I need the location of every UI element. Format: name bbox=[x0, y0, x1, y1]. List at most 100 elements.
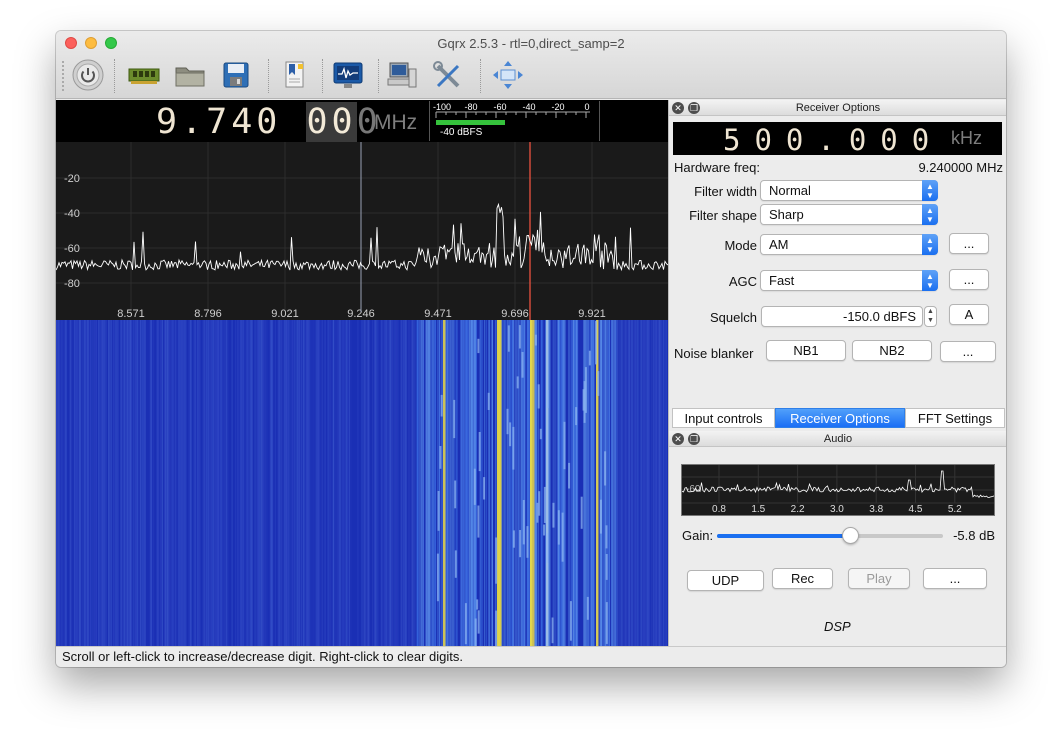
noise-blanker-options-button[interactable]: ... bbox=[940, 341, 996, 362]
dock-float-icon[interactable]: ❐ bbox=[688, 433, 700, 445]
frequency-digits-selected[interactable]: 00 bbox=[306, 102, 357, 142]
squelch-spinbox[interactable]: -150.0 dBFS bbox=[761, 306, 923, 327]
waterfall-line bbox=[445, 320, 448, 646]
squelch-stepper[interactable]: ▲ ▼ bbox=[924, 306, 937, 327]
waterfall-line bbox=[453, 320, 455, 646]
spectrum-plot[interactable]: -20 -40 -60 -80 8.571 8.796 9.021 9.246 9.471 9.6… bbox=[56, 142, 669, 320]
spectrum-trace-canvas[interactable]: -20-40-60-808.571 8.796 9.021 9.246 9.471 9.6… bbox=[56, 142, 669, 320]
open-button[interactable] bbox=[172, 57, 208, 93]
waterfall-line bbox=[545, 320, 546, 646]
nb2-button[interactable]: NB2 bbox=[852, 340, 932, 361]
meter-scale-label: 0 bbox=[584, 102, 589, 112]
frequency-digits[interactable]: 9.740 000 bbox=[156, 102, 382, 142]
waterfall-canvas[interactable] bbox=[56, 320, 668, 646]
waterfall-line bbox=[174, 320, 177, 646]
offset-unit: kHz bbox=[951, 128, 982, 148]
waterfall-line bbox=[255, 320, 258, 646]
tab-input-controls[interactable]: Input controls bbox=[672, 408, 775, 428]
waterfall-carrier bbox=[596, 320, 599, 646]
bookmarks-button[interactable] bbox=[276, 57, 312, 93]
waterfall-line bbox=[209, 320, 212, 646]
waterfall-line bbox=[660, 320, 663, 646]
record-button[interactable]: Rec bbox=[772, 568, 833, 589]
audio-dock-header: ✕ ❐ Audio bbox=[669, 431, 1006, 447]
gain-slider-handle[interactable] bbox=[842, 527, 860, 544]
spectrum-x-label: 9.021 bbox=[271, 308, 299, 320]
mode-select[interactable]: AM ▲ ▼ bbox=[760, 234, 938, 255]
power-button[interactable] bbox=[70, 57, 106, 93]
audio-options-button[interactable]: ... bbox=[923, 568, 987, 589]
gain-slider[interactable] bbox=[717, 527, 943, 544]
waterfall-line bbox=[169, 320, 171, 646]
dock-close-icon[interactable]: ✕ bbox=[672, 433, 684, 445]
filter-width-select[interactable]: Normal ▲ ▼ bbox=[760, 180, 938, 201]
frequency-unit: MHz bbox=[374, 111, 418, 134]
waterfall-line bbox=[623, 320, 626, 646]
waterfall-line bbox=[612, 320, 615, 646]
waterfall-line bbox=[400, 320, 402, 646]
waterfall-line bbox=[357, 320, 359, 646]
mode-value: AM bbox=[769, 237, 789, 252]
settings-tools-button[interactable] bbox=[430, 57, 466, 93]
waterfall-line bbox=[614, 320, 616, 646]
dsp-monitor-button[interactable] bbox=[330, 57, 366, 93]
udp-button[interactable]: UDP bbox=[687, 570, 764, 591]
meter-scale-label: -40 bbox=[522, 102, 535, 112]
tab-fft-settings[interactable]: FFT Settings bbox=[905, 408, 1005, 428]
waterfall-line bbox=[391, 320, 393, 646]
frequency-display[interactable]: 9.740 000 MHz -100 -80 -60 -40 -20 0 -40 dBFS bbox=[56, 100, 668, 142]
waterfall-burst bbox=[477, 505, 480, 538]
nb1-button[interactable]: NB1 bbox=[766, 340, 846, 361]
waterfall-line bbox=[287, 320, 290, 646]
waterfall-line bbox=[350, 320, 352, 646]
toolbar-grip[interactable] bbox=[62, 61, 66, 91]
squelch-value[interactable]: -150.0 dBFS bbox=[843, 309, 916, 324]
waterfall-line bbox=[422, 320, 424, 646]
waterfall-line bbox=[343, 320, 345, 646]
play-button[interactable]: Play bbox=[848, 568, 910, 589]
waterfall-line bbox=[329, 320, 330, 646]
waterfall-line bbox=[665, 320, 668, 646]
waterfall-line bbox=[141, 320, 143, 646]
mode-options-button[interactable]: ... bbox=[949, 233, 989, 254]
agc-select[interactable]: Fast ▲ ▼ bbox=[760, 270, 938, 291]
spectrum-trace bbox=[56, 202, 669, 272]
waterfall-line bbox=[231, 320, 233, 646]
agc-options-button[interactable]: ... bbox=[949, 269, 989, 290]
save-button[interactable] bbox=[218, 57, 254, 93]
meter-scale-label: -60 bbox=[493, 102, 506, 112]
squelch-auto-button[interactable]: A bbox=[949, 304, 989, 325]
tab-receiver-options[interactable]: Receiver Options bbox=[775, 408, 905, 428]
waterfall-burst bbox=[575, 407, 578, 426]
waterfall-line bbox=[58, 320, 60, 646]
waterfall-line bbox=[462, 320, 465, 646]
waterfall-line bbox=[127, 320, 129, 646]
frequency-digits-main[interactable]: 9.740 bbox=[156, 102, 306, 142]
dsp-label: DSP bbox=[824, 619, 851, 634]
waterfall-line bbox=[196, 320, 199, 646]
fullscreen-button[interactable] bbox=[490, 57, 526, 93]
filter-shape-select[interactable]: Sharp ▲ ▼ bbox=[760, 204, 938, 225]
waterfall-line bbox=[518, 320, 520, 646]
waterfall-burst bbox=[534, 334, 537, 346]
offset-frequency-display[interactable]: 500.000 kHz bbox=[673, 122, 1002, 157]
waterfall-line bbox=[647, 320, 649, 646]
waterfall-line bbox=[606, 320, 608, 646]
waterfall-line bbox=[283, 320, 285, 646]
waterfall-burst bbox=[506, 408, 509, 435]
remote-control-button[interactable] bbox=[384, 57, 420, 93]
waterfall-line bbox=[491, 320, 493, 646]
waterfall-line bbox=[65, 320, 67, 646]
waterfall-burst bbox=[546, 533, 549, 563]
spectrum-x-label: 8.571 bbox=[117, 308, 145, 320]
waterfall-burst bbox=[464, 603, 467, 645]
waterfall-line bbox=[469, 320, 472, 646]
waterfall-line bbox=[511, 320, 514, 646]
offset-digits[interactable]: 500.000 bbox=[723, 123, 943, 157]
dock-float-icon[interactable]: ❐ bbox=[688, 102, 700, 114]
waterfall-display[interactable] bbox=[56, 320, 668, 646]
waterfall-line bbox=[329, 320, 331, 646]
toolbar-separator bbox=[480, 59, 481, 93]
dock-close-icon[interactable]: ✕ bbox=[672, 102, 684, 114]
hardware-button[interactable] bbox=[126, 57, 162, 93]
